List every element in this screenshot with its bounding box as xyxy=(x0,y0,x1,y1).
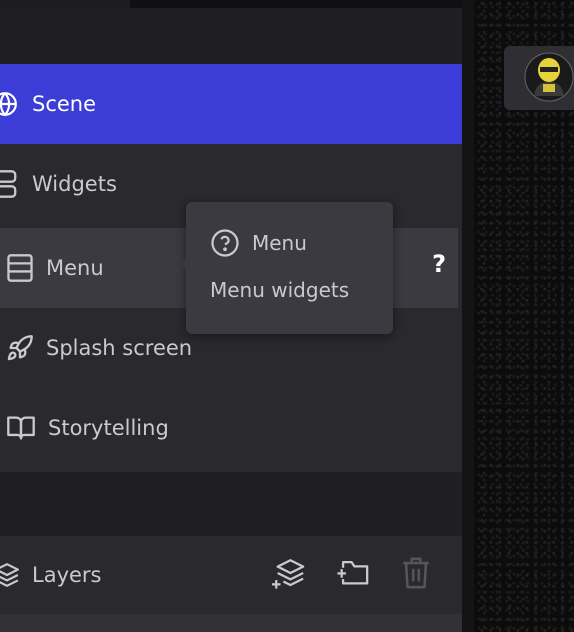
sidebar-item-label: Menu xyxy=(46,256,104,280)
panel-divider[interactable] xyxy=(462,0,474,632)
avatar[interactable] xyxy=(524,52,574,102)
sidebar-item-label: Storytelling xyxy=(48,416,169,440)
sidebar-item-storytelling[interactable]: Storytelling xyxy=(0,388,462,468)
trash-icon[interactable] xyxy=(400,556,432,590)
layers-label: Layers xyxy=(32,563,102,587)
sidebar-item-scene[interactable]: Scene xyxy=(0,64,462,144)
top-bar xyxy=(130,0,462,8)
menu-list-icon xyxy=(6,253,34,283)
sidebar-item-label: Scene xyxy=(32,92,97,116)
layers-list xyxy=(0,614,462,632)
add-layer-icon[interactable] xyxy=(272,556,306,590)
help-button[interactable]: ? xyxy=(432,250,446,278)
layers-header: Layers xyxy=(0,536,462,614)
sidebar-item-label: Splash screen xyxy=(46,336,193,360)
widgets-icon xyxy=(0,169,20,199)
add-folder-icon[interactable] xyxy=(336,556,370,588)
rocket-icon xyxy=(6,334,34,362)
globe-icon xyxy=(0,91,18,117)
tooltip-arrow xyxy=(182,254,190,274)
help-tooltip: Menu Menu widgets xyxy=(182,202,393,334)
layers-icon xyxy=(0,561,20,589)
question-circle-icon xyxy=(210,228,240,258)
book-icon xyxy=(6,414,36,442)
tooltip-subtitle: Menu widgets xyxy=(210,278,350,302)
sidebar-item-label: Widgets xyxy=(32,172,117,196)
tooltip-title: Menu xyxy=(252,231,307,255)
